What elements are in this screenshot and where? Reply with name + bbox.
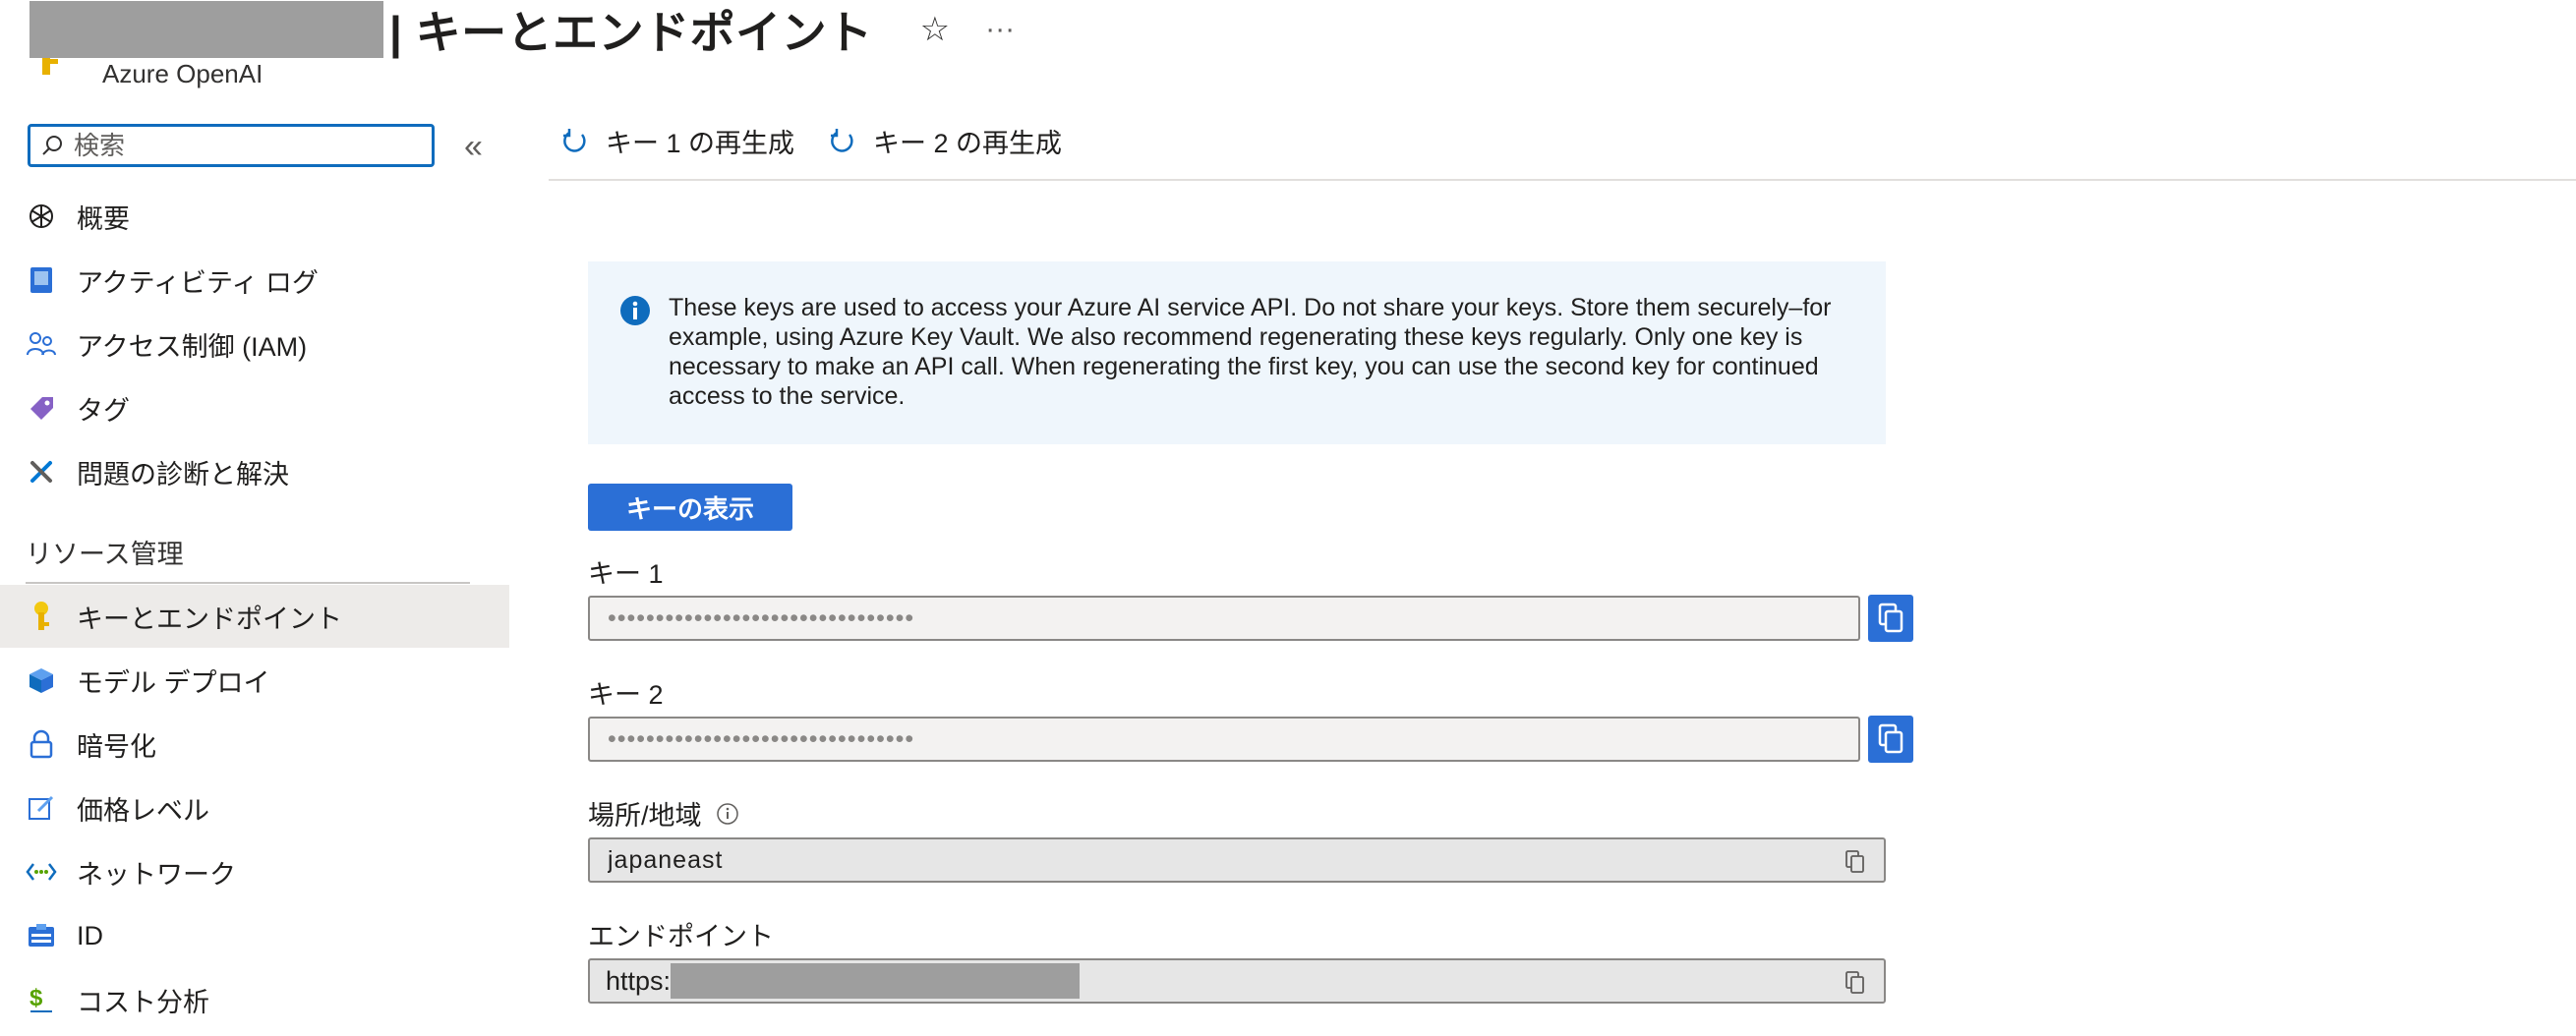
sidebar-item-label: タグ <box>77 395 130 426</box>
search-input[interactable] <box>72 129 430 162</box>
id-icon <box>26 920 57 951</box>
info-message-text: These keys are used to access your Azure… <box>669 294 1832 410</box>
sidebar-item-encryption[interactable]: 暗号化 <box>0 713 509 776</box>
tag-icon <box>26 392 57 424</box>
page-title-row: | キーとエンドポイント ☆ ··· <box>29 0 1015 59</box>
location-field[interactable] <box>588 837 1886 883</box>
endpoint-label: エンドポイント <box>588 922 774 951</box>
activity-log-icon <box>26 264 57 296</box>
sidebar-item-label: 問題の診断と解決 <box>77 459 289 489</box>
sidebar-item-label: アクティビティ ログ <box>77 267 319 298</box>
sidebar-item-cost-analysis[interactable]: $ コスト分析 <box>0 968 509 1031</box>
copy-key2-button[interactable] <box>1868 716 1913 763</box>
svg-text:$: $ <box>29 985 43 1011</box>
redacted-endpoint-url <box>671 963 1081 999</box>
sidebar-item-networking[interactable]: ネットワーク <box>0 840 509 903</box>
sidebar-search-box[interactable] <box>28 124 435 167</box>
regenerate-key2-button[interactable]: キー 2 の再生成 <box>828 122 1062 160</box>
sidebar-item-model-deploy[interactable]: モデル デプロイ <box>0 649 509 712</box>
info-icon <box>619 295 651 331</box>
copy-location-icon[interactable] <box>1844 849 1866 880</box>
sidebar-item-label: モデル デプロイ <box>77 667 270 698</box>
more-options-icon[interactable]: ··· <box>985 13 1015 46</box>
people-icon <box>26 328 57 360</box>
sidebar-item-label: 価格レベル <box>77 795 209 826</box>
network-icon <box>26 856 57 888</box>
show-keys-button[interactable]: キーの表示 <box>588 484 792 531</box>
sidebar-item-label: キーとエンドポイント <box>77 604 342 634</box>
sidebar-item-identity[interactable]: ID <box>0 904 509 967</box>
section-divider <box>26 582 470 584</box>
sidebar-item-activity-log[interactable]: アクティビティ ログ <box>0 249 509 312</box>
key2-input[interactable] <box>606 723 1815 755</box>
toolbar-divider <box>549 179 2576 181</box>
sidebar-item-overview[interactable]: 概要 <box>0 185 509 248</box>
wrench-icon <box>26 456 57 488</box>
sidebar-item-label: ID <box>77 920 103 950</box>
sidebar-item-diagnose[interactable]: 問題の診断と解決 <box>0 440 509 503</box>
key1-input[interactable] <box>606 603 1815 634</box>
sidebar-item-tags[interactable]: タグ <box>0 376 509 439</box>
key2-label: キー 2 <box>588 680 664 710</box>
search-icon <box>40 134 64 157</box>
lock-icon <box>26 728 57 760</box>
key1-field[interactable] <box>588 596 1860 641</box>
cube-icon <box>26 664 57 696</box>
favorite-star-icon[interactable]: ☆ <box>920 10 950 49</box>
copy-endpoint-icon[interactable] <box>1844 970 1866 1001</box>
sidebar-item-pricing-tier[interactable]: 価格レベル <box>0 777 509 839</box>
collapse-sidebar-icon[interactable]: « <box>464 128 483 166</box>
copy-icon <box>1878 603 1903 633</box>
sidebar-item-label: 暗号化 <box>77 731 156 762</box>
key1-label: キー 1 <box>588 559 664 589</box>
key-icon <box>26 601 57 632</box>
location-label-row: 場所/地域 <box>588 794 739 833</box>
location-input[interactable] <box>606 844 1840 876</box>
cost-icon: $ <box>26 984 57 1015</box>
location-label: 場所/地域 <box>588 801 702 831</box>
edit-icon <box>26 792 57 824</box>
regenerate-key2-label: キー 2 の再生成 <box>873 129 1063 158</box>
command-bar: キー 1 の再生成 キー 2 の再生成 <box>560 122 1095 160</box>
sidebar-item-label: 概要 <box>77 203 130 234</box>
endpoint-field[interactable]: https: <box>588 958 1886 1004</box>
openai-icon <box>26 201 57 232</box>
refresh-icon <box>563 128 586 152</box>
sidebar-item-label: コスト分析 <box>77 987 209 1017</box>
resource-type-subtitle: Azure OpenAI <box>102 59 263 88</box>
regenerate-key1-button[interactable]: キー 1 の再生成 <box>560 122 794 160</box>
regenerate-key1-label: キー 1 の再生成 <box>606 129 795 158</box>
copy-key1-button[interactable] <box>1868 595 1913 642</box>
sidebar-item-keys-endpoints[interactable]: キーとエンドポイント <box>0 585 509 648</box>
page-title: | キーとエンドポイント <box>389 7 873 58</box>
redacted-resource-name <box>29 1 383 58</box>
section-title-resource-management: リソース管理 <box>26 540 184 569</box>
copy-icon <box>1878 723 1903 754</box>
endpoint-value: https: <box>606 965 672 996</box>
refresh-icon <box>831 128 853 152</box>
key2-field[interactable] <box>588 717 1860 762</box>
sidebar-item-label: ネットワーク <box>77 859 236 890</box>
sidebar-item-label: アクセス制御 (IAM) <box>77 331 308 362</box>
info-circle-icon[interactable] <box>716 802 739 826</box>
sidebar-item-iam[interactable]: アクセス制御 (IAM) <box>0 313 509 375</box>
